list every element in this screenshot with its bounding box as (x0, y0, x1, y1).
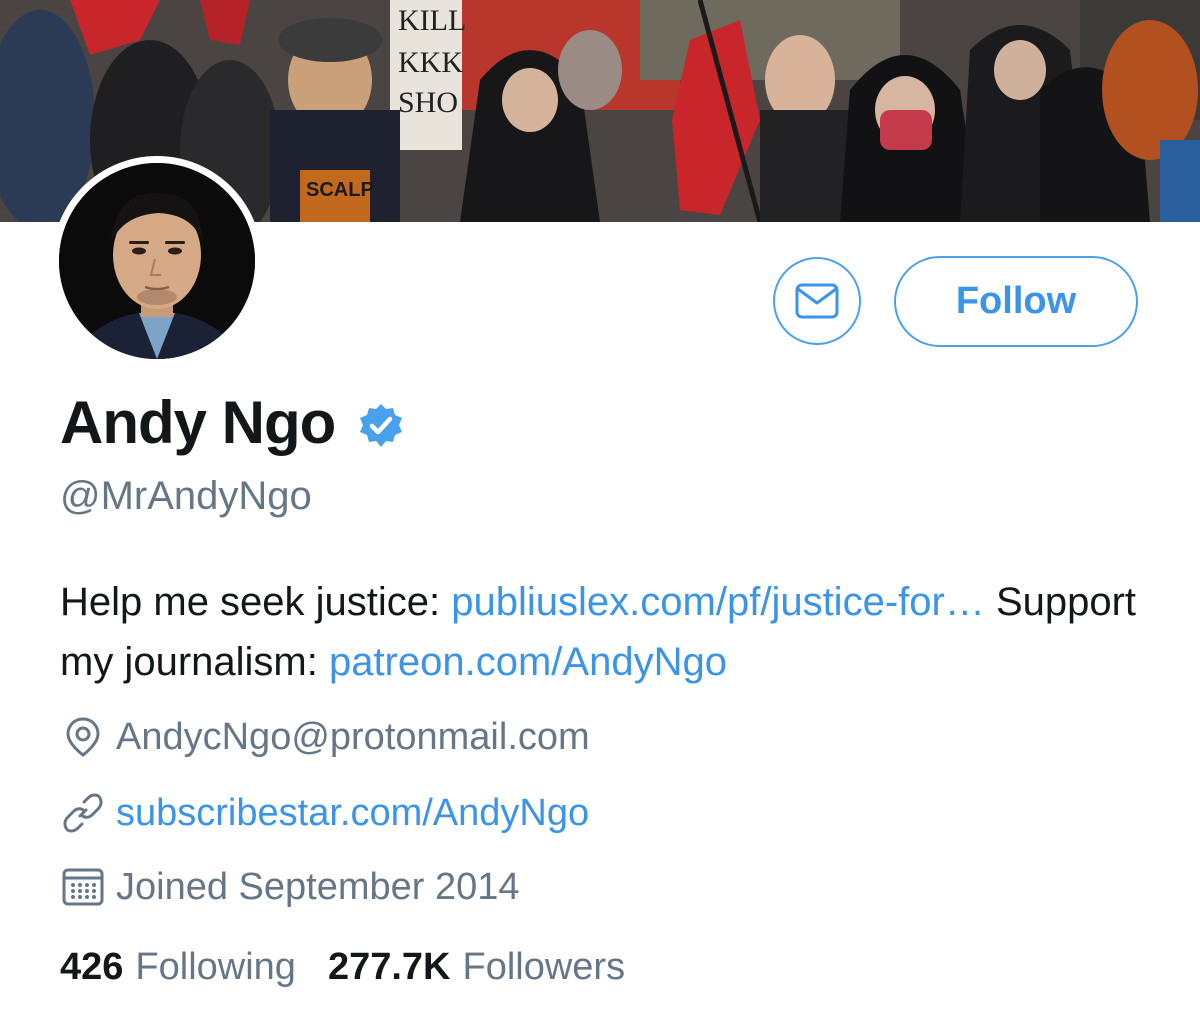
profile-handle: @MrAndyNgo (60, 474, 312, 518)
website-link[interactable]: subscribestar.com/AndyNgo (116, 792, 589, 835)
profile-stats: 426 Following 277.7K Followers (60, 946, 625, 989)
profile-name-row: Andy Ngo (60, 388, 405, 457)
follow-button[interactable]: Follow (894, 256, 1138, 347)
profile-bio: Help me seek justice: publiuslex.com/pf/… (60, 572, 1170, 692)
message-button[interactable] (773, 257, 861, 345)
avatar-image (59, 163, 255, 359)
followers-count: 277.7K (327, 946, 451, 988)
sign-line-2: KKK (398, 46, 463, 79)
profile-joined: Joined September 2014 (60, 864, 520, 910)
bio-link-justice[interactable]: publiuslex.com/pf/justice-for… (451, 580, 985, 624)
bio-link-patreon[interactable]: patreon.com/AndyNgo (329, 640, 727, 684)
bio-text-1: Help me seek justice: (60, 580, 452, 624)
profile-page: KILL KKK SHO SCALP Follow Andy Ngo @MrAn… (0, 0, 1200, 1009)
shirt-text: SCALP (306, 179, 374, 201)
joined-text: Joined September 2014 (116, 865, 520, 908)
sign-line-3: SHO (398, 86, 458, 119)
profile-website: subscribestar.com/AndyNgo (60, 790, 589, 836)
following-label: Following (135, 946, 296, 988)
display-name: Andy Ngo (60, 389, 336, 456)
profile-location: AndycNgo@protonmail.com (60, 714, 590, 760)
envelope-icon (795, 283, 839, 319)
location-text: AndycNgo@protonmail.com (116, 715, 590, 758)
location-pin-icon (60, 714, 106, 760)
link-icon (60, 790, 106, 836)
calendar-icon (60, 864, 106, 910)
following-count: 426 (60, 946, 124, 988)
followers-stat[interactable]: 277.7K Followers (328, 946, 625, 989)
followers-label: Followers (462, 946, 626, 988)
sign-line-1: KILL (398, 4, 466, 37)
avatar[interactable] (52, 156, 262, 366)
following-stat[interactable]: 426 Following (60, 946, 296, 989)
verified-badge-icon (360, 403, 403, 447)
